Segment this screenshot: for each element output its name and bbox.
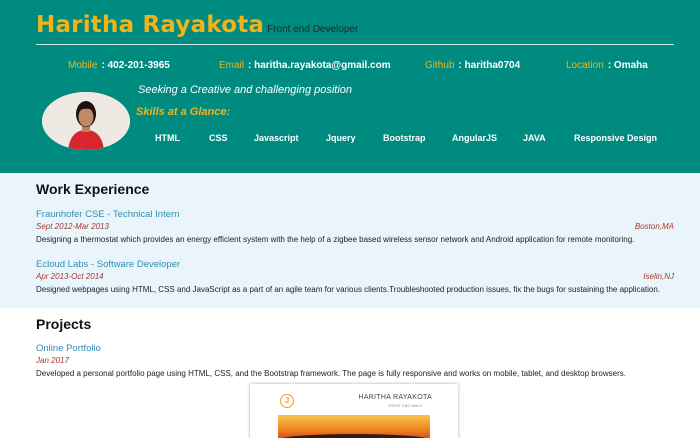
contact-location: Location: Omaha xyxy=(566,60,648,71)
projects-title: Projects xyxy=(36,316,92,332)
job-date: Sept 2012-Mar 2013 xyxy=(36,222,109,231)
thumbnail-logo: J xyxy=(280,394,294,408)
contact-mobile-label: Mobile xyxy=(68,60,98,71)
job-description: Designed webpages using HTML, CSS and Ja… xyxy=(36,285,661,294)
contact-location-value: : Omaha xyxy=(607,60,648,71)
skill-bootstrap: Bootstrap xyxy=(383,133,426,143)
profile-name: Haritha Rayakota xyxy=(36,12,265,38)
contact-mobile-value: : 402-201-3965 xyxy=(101,60,170,71)
profile-header: Haritha Rayakota Front end Developer Mob… xyxy=(0,0,700,173)
skill-javascript: Javascript xyxy=(254,133,299,143)
contact-mobile: Mobile: 402-201-3965 xyxy=(68,60,170,71)
contact-email: Email: haritha.rayakota@gmail.com xyxy=(219,60,391,71)
contact-location-label: Location xyxy=(566,60,604,71)
thumbnail-name: HARITHA RAYAKOTA xyxy=(358,394,432,401)
work-experience-title: Work Experience xyxy=(36,181,150,197)
skill-angularjs: AngularJS xyxy=(452,133,498,143)
project-date: Jan 2017 xyxy=(36,356,69,365)
contact-email-label: Email xyxy=(219,60,245,71)
skill-java: JAVA xyxy=(523,133,546,143)
skill-responsive-design: Responsive Design xyxy=(574,133,658,143)
header-divider xyxy=(36,44,674,45)
contact-bar: Mobile: 402-201-3965 Email: haritha.raya… xyxy=(0,60,700,74)
avatar xyxy=(42,92,130,150)
job-title[interactable]: Fraunhofer CSE - Technical Intern xyxy=(36,209,179,220)
job-location: Iselin,NJ xyxy=(643,272,674,281)
project-thumbnail[interactable]: J HARITHA RAYAKOTA FRONT END WALK xyxy=(250,384,458,438)
project-description: Developed a personal portfolio page usin… xyxy=(36,369,626,378)
job-description: Designing a thermostat which provides an… xyxy=(36,235,635,244)
skill-css: CSS xyxy=(209,133,228,143)
contact-github-value[interactable]: : haritha0704 xyxy=(458,60,520,71)
job-title[interactable]: Ecloud Labs - Software Developer xyxy=(36,259,180,270)
skill-html: HTML xyxy=(155,133,180,143)
contact-github-label: Github xyxy=(425,60,455,71)
job-location: Boston,MA xyxy=(634,222,674,231)
thumbnail-subtitle: FRONT END WALK xyxy=(388,404,422,408)
skill-jquery: Jquery xyxy=(326,133,356,143)
contact-email-value[interactable]: : haritha.rayakota@gmail.com xyxy=(248,60,391,71)
skills-heading: Skills at a Glance: xyxy=(136,106,231,118)
profile-role: Front end Developer xyxy=(267,24,359,35)
work-experience-section: Work Experience Fraunhofer CSE - Technic… xyxy=(0,173,700,308)
tagline: Seeking a Creative and challenging posit… xyxy=(138,84,353,96)
name-row: Haritha Rayakota Front end Developer xyxy=(36,12,358,38)
contact-github: Github: haritha0704 xyxy=(425,60,520,71)
project-title[interactable]: Online Portfolio xyxy=(36,343,101,354)
job-date: Apr 2013-Oct 2014 xyxy=(36,272,104,281)
